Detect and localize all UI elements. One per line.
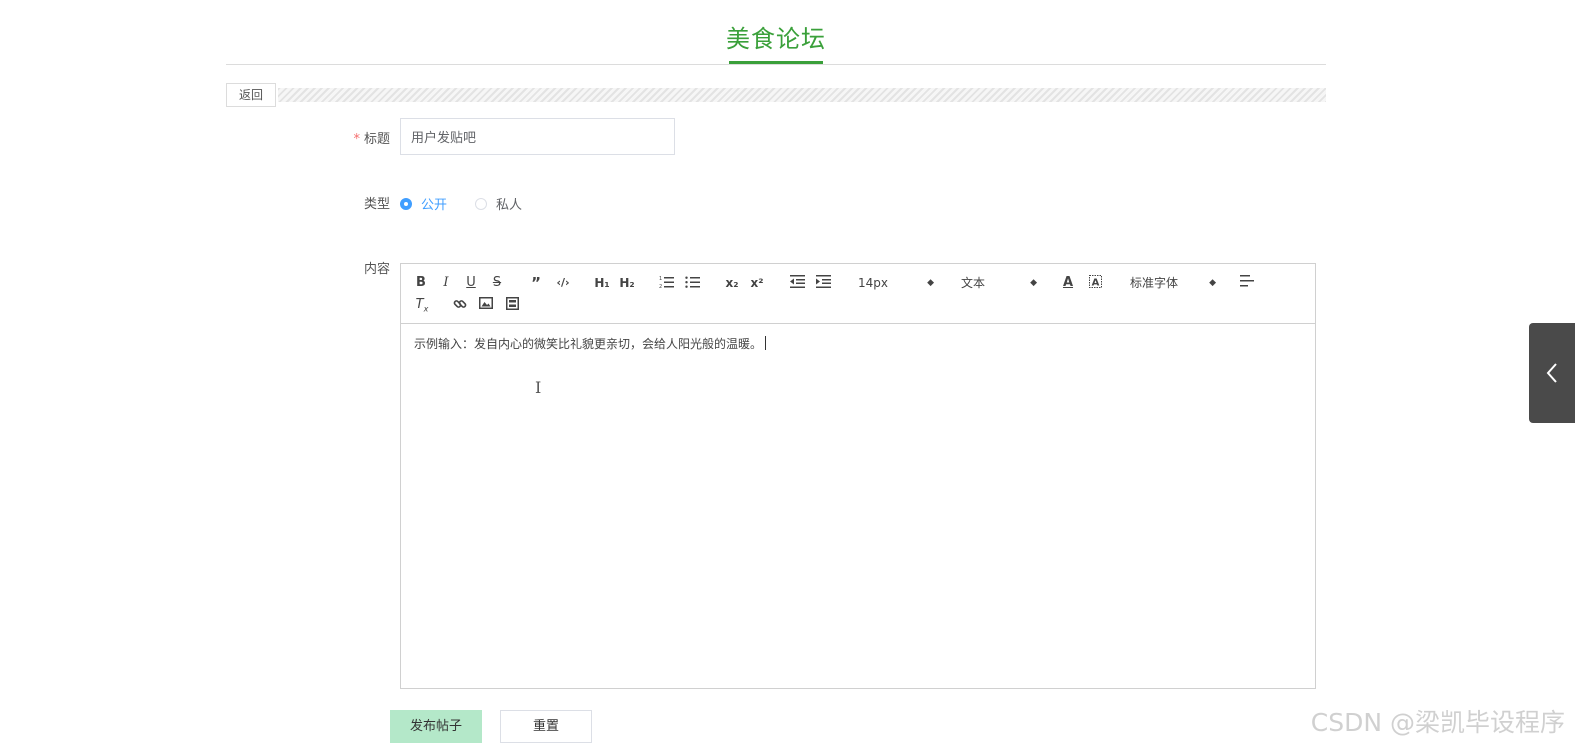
page-title: 美食论坛 bbox=[726, 25, 826, 53]
svg-text:1: 1 bbox=[659, 276, 662, 282]
font-family-value: 标准字体 bbox=[1130, 276, 1179, 290]
select-arrow-icon: ◆ bbox=[927, 278, 934, 288]
editor-text: 示例输入：发自内心的微笑比礼貌更亲切，会给人阳光般的温暖。 bbox=[414, 337, 763, 351]
publish-button[interactable]: 发布帖子 bbox=[390, 710, 482, 743]
underline-icon[interactable]: U bbox=[463, 274, 479, 292]
font-family-select[interactable]: 标准字体 ◆ bbox=[1130, 274, 1216, 292]
select-arrow-icon: ◆ bbox=[1030, 278, 1037, 288]
ibeam-cursor-icon: I bbox=[535, 378, 542, 397]
radio-private[interactable]: 私人 bbox=[475, 194, 522, 213]
italic-icon[interactable]: I bbox=[439, 274, 453, 292]
rich-text-editor[interactable]: B I U S ” ‹/› H₁ H₂ 12 x₂ x² 14px ◆ 文本 ◆ A… bbox=[400, 263, 1316, 689]
watermark: CSDN @梁凯毕设程序 bbox=[1310, 708, 1565, 737]
blockquote-icon[interactable]: ” bbox=[528, 274, 544, 292]
radio-public-dot[interactable] bbox=[400, 197, 412, 210]
heading2-icon[interactable]: H₂ bbox=[617, 274, 637, 292]
outdent-icon[interactable] bbox=[789, 274, 805, 292]
image-icon[interactable] bbox=[478, 296, 494, 314]
bullet-list-icon[interactable] bbox=[684, 274, 700, 292]
superscript-icon[interactable]: x² bbox=[748, 274, 766, 292]
title-input[interactable] bbox=[400, 118, 675, 155]
radio-private-dot[interactable] bbox=[475, 197, 487, 210]
chevron-left-icon bbox=[1546, 363, 1557, 383]
video-icon[interactable] bbox=[504, 296, 520, 314]
link-icon[interactable] bbox=[452, 296, 468, 314]
select-arrow-icon: ◆ bbox=[1209, 278, 1216, 288]
page-header: 美食论坛 bbox=[226, 0, 1326, 65]
radio-public[interactable]: 公开 bbox=[400, 194, 447, 213]
header-select-value: 文本 bbox=[961, 276, 986, 290]
type-label: 类型 bbox=[363, 197, 390, 212]
radio-private-label: 私人 bbox=[496, 198, 523, 213]
align-icon[interactable] bbox=[1239, 274, 1255, 292]
clear-format-icon[interactable]: Tx bbox=[414, 296, 430, 314]
subscript-icon[interactable]: x₂ bbox=[723, 274, 741, 292]
strikethrough-icon[interactable]: S bbox=[489, 274, 505, 292]
content-label: 内容 bbox=[363, 262, 390, 277]
radio-public-label: 公开 bbox=[421, 198, 448, 213]
title-underline bbox=[729, 61, 823, 64]
font-color-icon[interactable]: A bbox=[1060, 274, 1076, 292]
background-color-icon[interactable]: A bbox=[1087, 274, 1103, 292]
title-label: * 标题 bbox=[330, 128, 390, 147]
title-label-text: 标题 bbox=[363, 132, 390, 147]
ordered-list-icon[interactable]: 12 bbox=[658, 274, 674, 292]
code-block-icon[interactable]: ‹/› bbox=[553, 274, 573, 292]
font-size-select[interactable]: 14px ◆ bbox=[858, 274, 934, 292]
header-select[interactable]: 文本 ◆ bbox=[961, 274, 1037, 292]
svg-text:2: 2 bbox=[659, 284, 662, 289]
font-size-value: 14px bbox=[858, 276, 888, 290]
required-star: * bbox=[353, 132, 360, 147]
indent-icon[interactable] bbox=[815, 274, 831, 292]
editor-toolbar: B I U S ” ‹/› H₁ H₂ 12 x₂ x² 14px ◆ 文本 ◆ A… bbox=[401, 264, 1315, 324]
back-bar: 返回 bbox=[226, 83, 1326, 107]
reset-button[interactable]: 重置 bbox=[500, 710, 592, 743]
side-panel-toggle[interactable] bbox=[1529, 323, 1575, 423]
editor-content[interactable]: 示例输入：发自内心的微笑比礼貌更亲切，会给人阳光般的温暖。 bbox=[414, 335, 1302, 352]
back-button[interactable]: 返回 bbox=[226, 83, 276, 107]
bold-icon[interactable]: B bbox=[413, 274, 429, 292]
svg-text:A: A bbox=[1091, 278, 1099, 289]
text-caret bbox=[765, 336, 767, 350]
decorative-stripe bbox=[278, 88, 1326, 102]
heading1-icon[interactable]: H₁ bbox=[592, 274, 612, 292]
